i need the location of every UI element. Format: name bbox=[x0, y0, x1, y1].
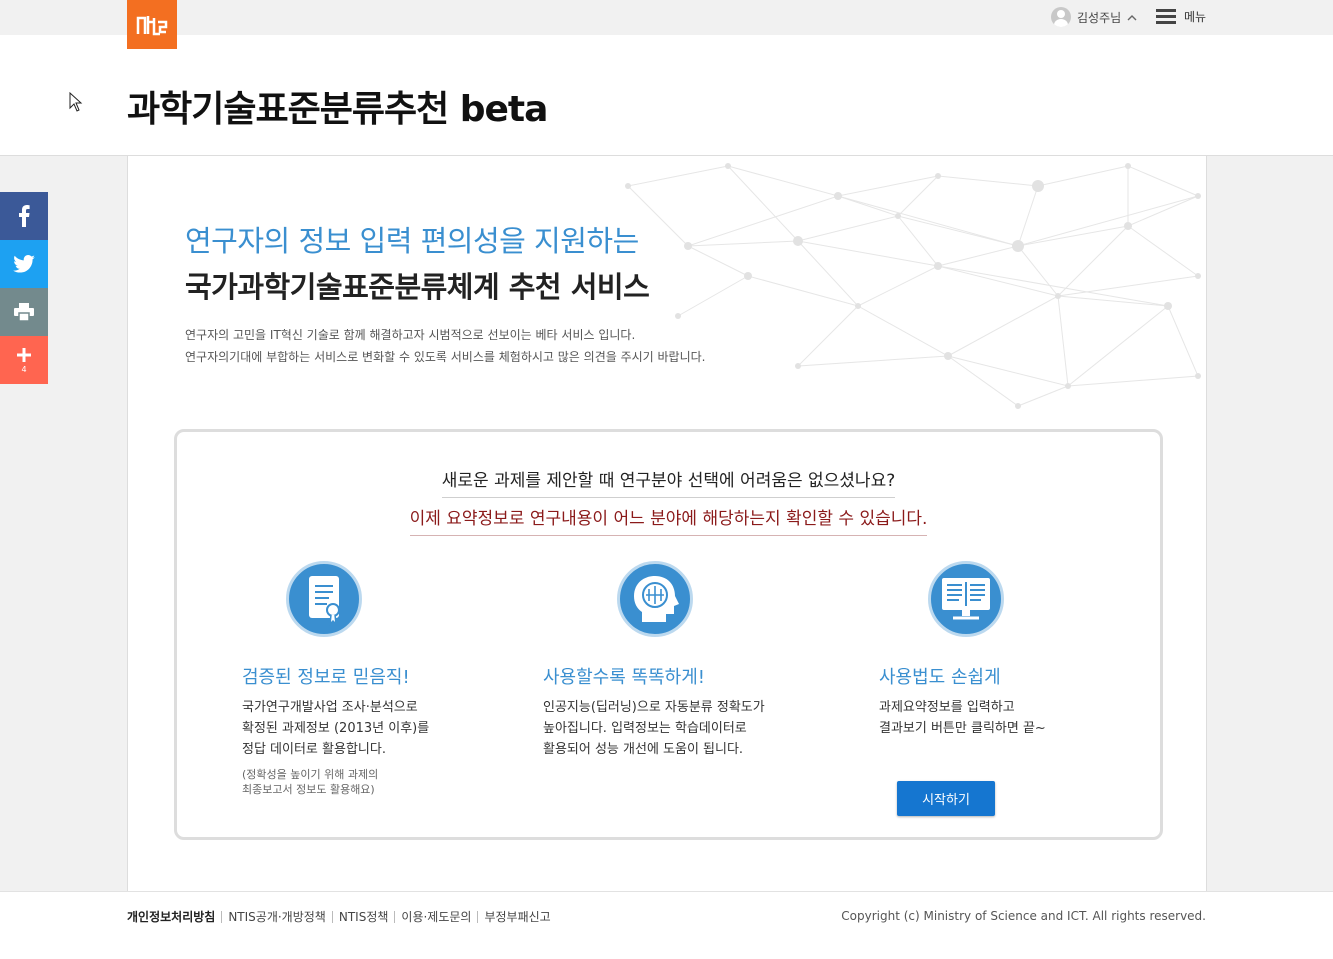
menu-label: 메뉴 bbox=[1184, 10, 1207, 24]
top-bar: 김성주님 메뉴 bbox=[0, 0, 1333, 35]
hero-intro-line1: 연구자의 고민을 IT혁신 기술로 함께 해결하고자 시범적으로 선보이는 베타… bbox=[185, 328, 636, 342]
footer-divider bbox=[477, 910, 479, 923]
feature-title: 사용할수록 똑똑하게! bbox=[543, 667, 705, 688]
feature-card: 새로운 과제를 제안할 때 연구분야 선택에 어려움은 없으셨나요? 이제 요약… bbox=[174, 429, 1163, 840]
feature-description: 인공지능(딥러닝)으로 자동분류 정확도가 높아집니다. 입력정보는 학습데이터… bbox=[543, 700, 765, 757]
feature-title: 사용법도 손쉽게 bbox=[879, 667, 1001, 688]
copyright: Copyright (c) Ministry of Science and IC… bbox=[841, 909, 1206, 923]
page-footer: 개인정보처리방침 NTIS공개·개방정책 NTIS정책 이용·제도문의 부정부패… bbox=[0, 891, 1333, 959]
ai-brain-head-icon bbox=[617, 561, 693, 637]
footer-links: 개인정보처리방침 NTIS공개·개방정책 NTIS정책 이용·제도문의 부정부패… bbox=[127, 908, 551, 925]
footer-link-inquiry[interactable]: 이용·제도문의 bbox=[401, 908, 471, 925]
monitor-book-icon bbox=[928, 561, 1004, 637]
document-certificate-icon bbox=[286, 561, 362, 637]
footer-divider bbox=[331, 910, 333, 923]
more-share-button[interactable]: 4 bbox=[0, 336, 48, 384]
share-rail: 4 bbox=[0, 192, 48, 384]
user-name: 김성주님 bbox=[1077, 10, 1122, 25]
print-button[interactable] bbox=[0, 288, 48, 336]
feature-description: 과제요약정보를 입력하고 결과보기 버튼만 클릭하면 끝~ bbox=[879, 700, 1046, 736]
footer-link-open-policy[interactable]: NTIS공개·개방정책 bbox=[228, 908, 326, 925]
feature-easy-use: 사용법도 손쉽게 과제요약정보를 입력하고 결과보기 버튼만 클릭하면 끝~ 시… bbox=[879, 561, 1139, 816]
page-header: 과학기술표준분류추천 beta bbox=[0, 35, 1333, 156]
facebook-icon bbox=[19, 205, 30, 227]
plus-icon bbox=[17, 347, 31, 362]
hero-intro-line2: 연구자의기대에 부합하는 서비스로 변화할 수 있도록 서비스를 체험하시고 많… bbox=[185, 350, 706, 364]
feature-verified-info: 검증된 정보로 믿음직! 국가연구개발사업 조사·분석으로 확정된 과제정보 (… bbox=[242, 561, 502, 796]
ntis-logo-icon bbox=[136, 15, 168, 35]
footer-divider bbox=[221, 910, 223, 923]
feature-description: 국가연구개발사업 조사·분석으로 확정된 과제정보 (2013년 이후)를 정답… bbox=[242, 700, 430, 757]
hero-headline-line1: 연구자의 정보 입력 편의성을 지원하는 bbox=[185, 224, 639, 258]
user-avatar-icon bbox=[1051, 7, 1071, 27]
page-title: 과학기술표준분류추천 beta bbox=[127, 89, 548, 130]
user-menu[interactable]: 김성주님 bbox=[1051, 7, 1137, 27]
feature-note: (정확성을 높이기 위해 과제의 최종보고서 정보도 활용해요) bbox=[242, 768, 379, 796]
hero-headline-line2: 국가과학기술표준분류체계 추천 서비스 bbox=[185, 270, 650, 304]
card-question: 새로운 과제를 제안할 때 연구분야 선택에 어려움은 없으셨나요? bbox=[177, 466, 1160, 498]
chevron-up-icon bbox=[1127, 14, 1137, 20]
print-icon bbox=[14, 303, 34, 321]
hamburger-icon bbox=[1156, 9, 1176, 24]
share-count: 4 bbox=[21, 364, 27, 374]
menu-button[interactable]: 메뉴 bbox=[1156, 8, 1206, 25]
feature-title: 검증된 정보로 믿음직! bbox=[242, 667, 410, 688]
footer-link-corruption-report[interactable]: 부정부패신고 bbox=[484, 908, 550, 925]
network-graphic bbox=[625, 163, 1201, 409]
feature-smart-learning: 사용할수록 똑똑하게! 인공지능(딥러닝)으로 자동분류 정확도가 높아집니다.… bbox=[543, 561, 803, 757]
ntis-logo[interactable] bbox=[127, 0, 177, 49]
facebook-share-button[interactable] bbox=[0, 192, 48, 240]
mouse-cursor-icon bbox=[69, 92, 83, 112]
footer-link-privacy[interactable]: 개인정보처리방침 bbox=[127, 908, 215, 925]
footer-link-ntis-policy[interactable]: NTIS정책 bbox=[339, 908, 389, 925]
footer-divider bbox=[394, 910, 396, 923]
main-panel: 연구자의 정보 입력 편의성을 지원하는 국가과학기술표준분류체계 추천 서비스… bbox=[127, 156, 1207, 891]
start-button[interactable]: 시작하기 bbox=[897, 781, 995, 816]
twitter-icon bbox=[13, 255, 35, 273]
card-answer: 이제 요약정보로 연구내용이 어느 분야에 해당하는지 확인할 수 있습니다. bbox=[177, 504, 1160, 536]
twitter-share-button[interactable] bbox=[0, 240, 48, 288]
